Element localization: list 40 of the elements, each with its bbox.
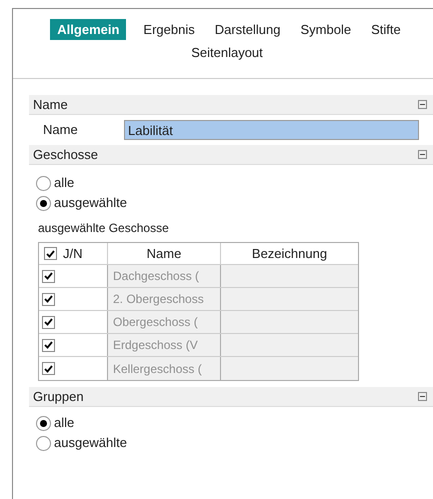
tab[interactable]: Ergebnis bbox=[140, 19, 198, 40]
checkbox[interactable] bbox=[42, 316, 55, 328]
column-header[interactable]: Name bbox=[108, 243, 221, 264]
tab[interactable]: Symbole bbox=[298, 19, 354, 40]
radio-button[interactable] bbox=[36, 416, 51, 430]
tab[interactable]: Stifte bbox=[368, 19, 404, 40]
radio-label: ausgewählte bbox=[54, 194, 127, 212]
tab[interactable]: Seitenlayout bbox=[188, 42, 266, 63]
checkbox[interactable] bbox=[42, 362, 55, 375]
radio-button[interactable] bbox=[36, 196, 51, 210]
checkbox[interactable] bbox=[42, 338, 55, 352]
collapse-icon[interactable] bbox=[418, 150, 427, 159]
section-header[interactable]: Geschosse bbox=[29, 145, 433, 165]
table-cell: 2. Obergeschoss bbox=[108, 288, 221, 310]
section-header[interactable]: Name bbox=[29, 95, 433, 115]
radio-label: alle bbox=[54, 174, 74, 192]
checkbox[interactable] bbox=[44, 247, 57, 260]
column-header[interactable]: Bezeichnung bbox=[221, 243, 358, 264]
tab[interactable]: Allgemein bbox=[50, 19, 126, 40]
field-label: Name bbox=[43, 121, 79, 140]
section-header[interactable]: Gruppen bbox=[29, 387, 433, 407]
tab[interactable]: Darstellung bbox=[212, 19, 284, 40]
table-cell: Erdgeschoss (V bbox=[108, 334, 221, 356]
collapse-icon[interactable] bbox=[418, 100, 427, 109]
section-title: Name bbox=[33, 96, 68, 114]
radio-button[interactable] bbox=[36, 436, 51, 450]
radio-label: ausgewählte bbox=[54, 434, 127, 452]
section-title: Geschosse bbox=[33, 146, 98, 164]
checkbox[interactable] bbox=[42, 292, 55, 306]
table-cell: Kellergeschoss ( bbox=[108, 357, 221, 380]
table-cell: Dachgeschoss ( bbox=[108, 265, 221, 287]
section-title: Gruppen bbox=[33, 388, 84, 406]
column-header[interactable]: J/N bbox=[39, 243, 108, 264]
radio-button[interactable] bbox=[36, 176, 51, 190]
name-field[interactable]: Labilität bbox=[124, 120, 419, 140]
radio-label: alle bbox=[54, 414, 74, 432]
collapse-icon[interactable] bbox=[418, 392, 427, 401]
table-title: ausgewählte Geschosse bbox=[38, 221, 169, 235]
checkbox[interactable] bbox=[42, 270, 55, 282]
table-cell: Obergeschoss ( bbox=[108, 311, 221, 333]
